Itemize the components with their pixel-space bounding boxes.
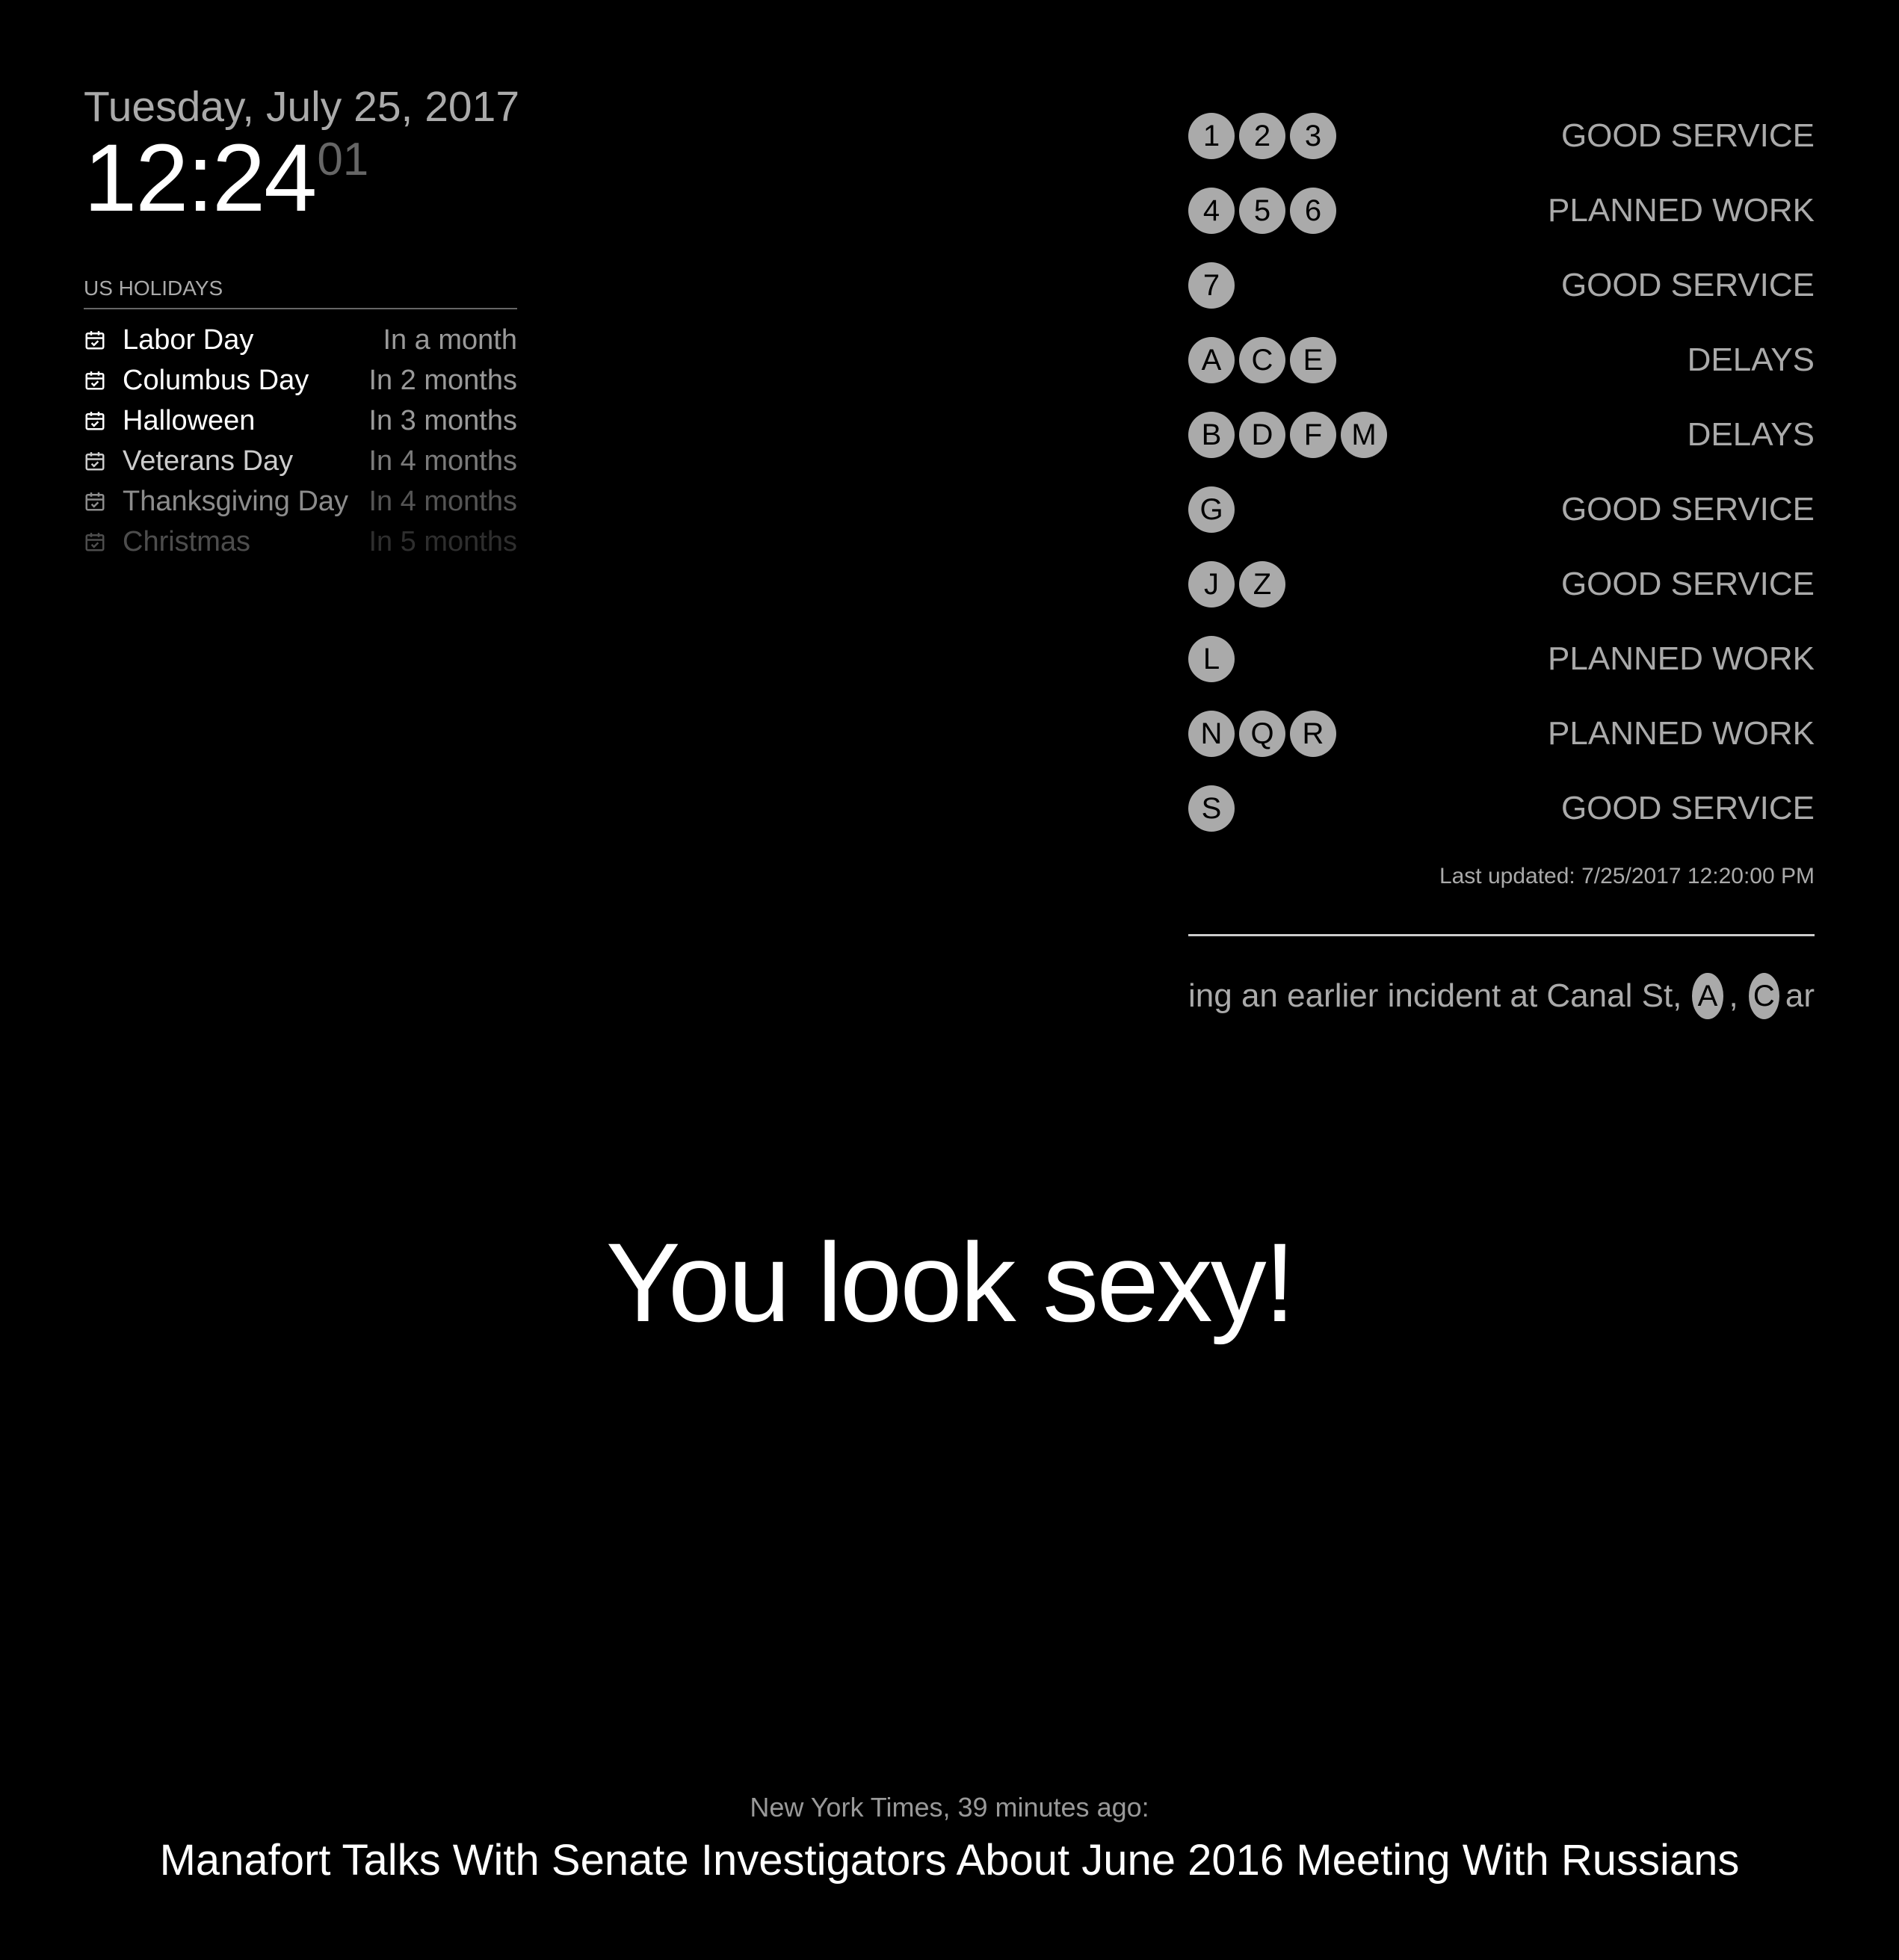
- calendar-event-title: Veterans Day: [123, 445, 294, 477]
- mta-line-row: B D F M DELAYS: [1188, 398, 1815, 472]
- route-bullet: Q: [1239, 711, 1285, 757]
- calendar-event-time: In a month: [383, 324, 517, 356]
- mta-last-updated: Last updated: 7/25/2017 12:20:00 PM: [1439, 864, 1815, 888]
- route-bullet: 1: [1188, 113, 1235, 159]
- ticker-route-bullet: A: [1692, 973, 1723, 1019]
- line-status: GOOD SERVICE: [1560, 491, 1815, 528]
- line-status: DELAYS: [1687, 416, 1815, 453]
- mta-line-row: 4 5 6 PLANNED WORK: [1188, 173, 1815, 248]
- calendar-event-time: In 3 months: [368, 404, 517, 436]
- route-bullets: BDFM: [1188, 412, 1688, 458]
- route-bullet: B: [1188, 412, 1235, 458]
- line-status: PLANNED WORK: [1548, 715, 1815, 752]
- route-bullets: L: [1188, 636, 1548, 682]
- mta-line-row: L PLANNED WORK: [1188, 622, 1815, 696]
- calendar-event-title: Halloween: [123, 404, 256, 436]
- route-bullet: 3: [1290, 113, 1336, 159]
- calendar-event-time: In 4 months: [368, 445, 517, 477]
- route-bullet: G: [1188, 486, 1235, 533]
- line-status: GOOD SERVICE: [1560, 117, 1815, 154]
- news-source: New York Times, 39 minutes ago:: [750, 1792, 1149, 1823]
- calendar-event-time: In 2 months: [368, 364, 517, 396]
- route-bullet: 2: [1239, 113, 1285, 159]
- line-status: DELAYS: [1687, 341, 1815, 378]
- route-bullet: Z: [1239, 561, 1285, 608]
- calendar-header: US HOLIDAYS: [84, 276, 517, 309]
- route-bullets: 456: [1188, 188, 1548, 234]
- calendar-event-title: Labor Day: [123, 324, 254, 356]
- route-bullet: A: [1188, 337, 1235, 383]
- mta-status-module: 1 2 3 GOOD SERVICE 4 5 6 PLANNED WORK 7 GOOD SERV…: [1188, 99, 1815, 1024]
- route-bullet: C: [1239, 337, 1285, 383]
- route-bullet: D: [1239, 412, 1285, 458]
- route-bullet: F: [1290, 412, 1336, 458]
- mta-line-list: 1 2 3 GOOD SERVICE 4 5 6 PLANNED WORK 7 GOOD SERV…: [1188, 99, 1815, 846]
- route-bullet: 5: [1239, 188, 1285, 234]
- clock-time: 12:2401: [84, 130, 519, 226]
- calendar-event-title: Thanksgiving Day: [123, 485, 349, 517]
- route-bullets: ACE: [1188, 337, 1688, 383]
- route-bullet: L: [1188, 636, 1235, 682]
- calendar-event: Veterans Day In 4 months: [84, 441, 517, 481]
- mta-divider: [1188, 934, 1815, 936]
- line-status: GOOD SERVICE: [1560, 790, 1815, 826]
- route-bullets: S: [1188, 785, 1561, 832]
- mta-line-row: 7 GOOD SERVICE: [1188, 248, 1815, 323]
- calendar-event: Labor Day In a month: [84, 320, 517, 360]
- calendar-check-icon: [85, 412, 105, 430]
- route-bullet: M: [1341, 412, 1387, 458]
- clock-module: Tuesday, July 25, 2017 12:2401: [84, 84, 519, 226]
- calendar-check-icon: [85, 533, 105, 551]
- route-bullets: G: [1188, 486, 1561, 533]
- line-status: GOOD SERVICE: [1560, 566, 1815, 602]
- line-status: PLANNED WORK: [1548, 192, 1815, 229]
- ticker-tail-text: ar: [1785, 977, 1815, 1014]
- calendar-event-list: Labor Day In a month Columbus Day In 2 mont…: [84, 320, 517, 562]
- route-bullet: 7: [1188, 262, 1235, 309]
- clock-hours-minutes: 12:24: [84, 124, 317, 232]
- compliment-text: You look sexy!: [605, 1219, 1296, 1345]
- calendar-event: Christmas In 5 months: [84, 522, 517, 562]
- route-bullet: N: [1188, 711, 1235, 757]
- calendar-event-time: In 5 months: [368, 525, 517, 557]
- route-bullet: R: [1290, 711, 1336, 757]
- route-bullets: NQR: [1188, 711, 1548, 757]
- line-status: GOOD SERVICE: [1560, 267, 1815, 303]
- route-bullet: J: [1188, 561, 1235, 608]
- mta-line-row: 1 2 3 GOOD SERVICE: [1188, 99, 1815, 173]
- calendar-check-icon: [85, 331, 105, 350]
- route-bullet: S: [1188, 785, 1235, 832]
- calendar-event: Columbus Day In 2 months: [84, 360, 517, 401]
- ticker-separator: ,: [1729, 977, 1738, 1014]
- clock-seconds: 01: [317, 133, 369, 185]
- calendar-module: US HOLIDAYS Labor Day In a month Columbus …: [84, 276, 517, 562]
- mta-line-row: A C E DELAYS: [1188, 323, 1815, 398]
- route-bullets: JZ: [1188, 561, 1561, 608]
- route-bullets: 123: [1188, 113, 1561, 159]
- route-bullet: E: [1290, 337, 1336, 383]
- calendar-check-icon: [85, 371, 105, 390]
- route-bullet: 6: [1290, 188, 1336, 234]
- mta-line-row: G GOOD SERVICE: [1188, 472, 1815, 547]
- clock-date: Tuesday, July 25, 2017: [84, 83, 520, 131]
- calendar-event-time: In 4 months: [368, 485, 517, 517]
- calendar-event-title: Christmas: [123, 525, 251, 557]
- calendar-event: Thanksgiving Day In 4 months: [84, 481, 517, 522]
- calendar-event: Halloween In 3 months: [84, 401, 517, 441]
- mta-line-row: J Z GOOD SERVICE: [1188, 547, 1815, 622]
- news-headline: Manafort Talks With Senate Investigators…: [159, 1836, 1740, 1885]
- ticker-route-bullet: C: [1748, 973, 1779, 1019]
- calendar-check-icon: [85, 452, 105, 471]
- mta-line-row: S GOOD SERVICE: [1188, 771, 1815, 846]
- ticker-text: ing an earlier incident at Canal St,: [1188, 977, 1682, 1014]
- route-bullet: 4: [1188, 188, 1235, 234]
- line-status: PLANNED WORK: [1548, 640, 1815, 677]
- newsfeed-module: New York Times, 39 minutes ago: Manafort…: [0, 1792, 1899, 1885]
- calendar-event-title: Columbus Day: [123, 364, 309, 396]
- mta-line-row: N Q R PLANNED WORK: [1188, 696, 1815, 771]
- mta-alert-ticker: ing an earlier incident at Canal St, A ,…: [1188, 968, 1815, 1024]
- route-bullets: 7: [1188, 262, 1561, 309]
- calendar-check-icon: [85, 492, 105, 511]
